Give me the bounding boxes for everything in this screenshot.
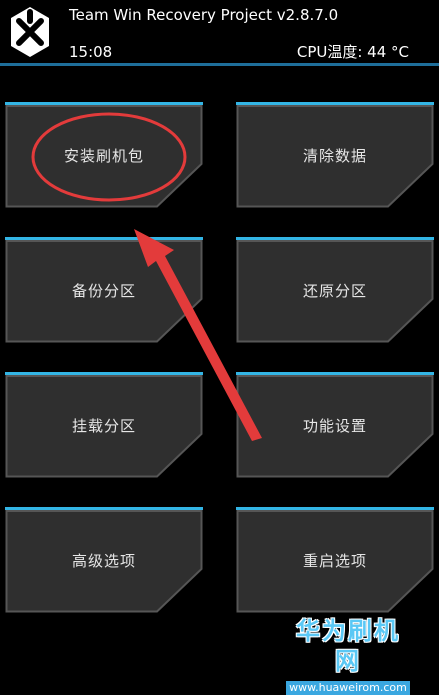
clock: 15:08 — [69, 43, 113, 61]
install-label: 安装刷机包 — [63, 146, 144, 165]
advanced-label: 高级选项 — [71, 551, 136, 570]
twrp-logo-icon — [11, 7, 49, 57]
mount-label: 挂载分区 — [71, 416, 136, 435]
wipe-button[interactable]: 清除数据 — [236, 102, 434, 208]
settings-button[interactable]: 功能设置 — [236, 372, 434, 478]
reboot-button[interactable]: 重启选项 — [236, 507, 434, 613]
wipe-label: 清除数据 — [302, 146, 367, 165]
settings-label: 功能设置 — [302, 416, 367, 435]
header-divider — [0, 63, 439, 66]
cpu-temperature: CPU温度: 44 °C — [296, 43, 409, 61]
header-bar: Team Win Recovery Project v2.8.7.0 15:08… — [0, 0, 439, 66]
app-title: Team Win Recovery Project v2.8.7.0 — [69, 6, 339, 24]
install-button[interactable]: 安装刷机包 — [5, 102, 203, 208]
backup-button[interactable]: 备份分区 — [5, 237, 203, 343]
watermark-url: www.huaweirom.com — [286, 681, 410, 695]
watermark-text: 华为刷机网 — [296, 617, 400, 675]
watermark: 华为刷机网 www.huaweirom.com — [285, 616, 411, 695]
reboot-label: 重启选项 — [302, 551, 367, 570]
advanced-button[interactable]: 高级选项 — [5, 507, 203, 613]
restore-label: 还原分区 — [302, 281, 367, 300]
backup-label: 备份分区 — [71, 281, 136, 300]
mount-button[interactable]: 挂载分区 — [5, 372, 203, 478]
restore-button[interactable]: 还原分区 — [236, 237, 434, 343]
